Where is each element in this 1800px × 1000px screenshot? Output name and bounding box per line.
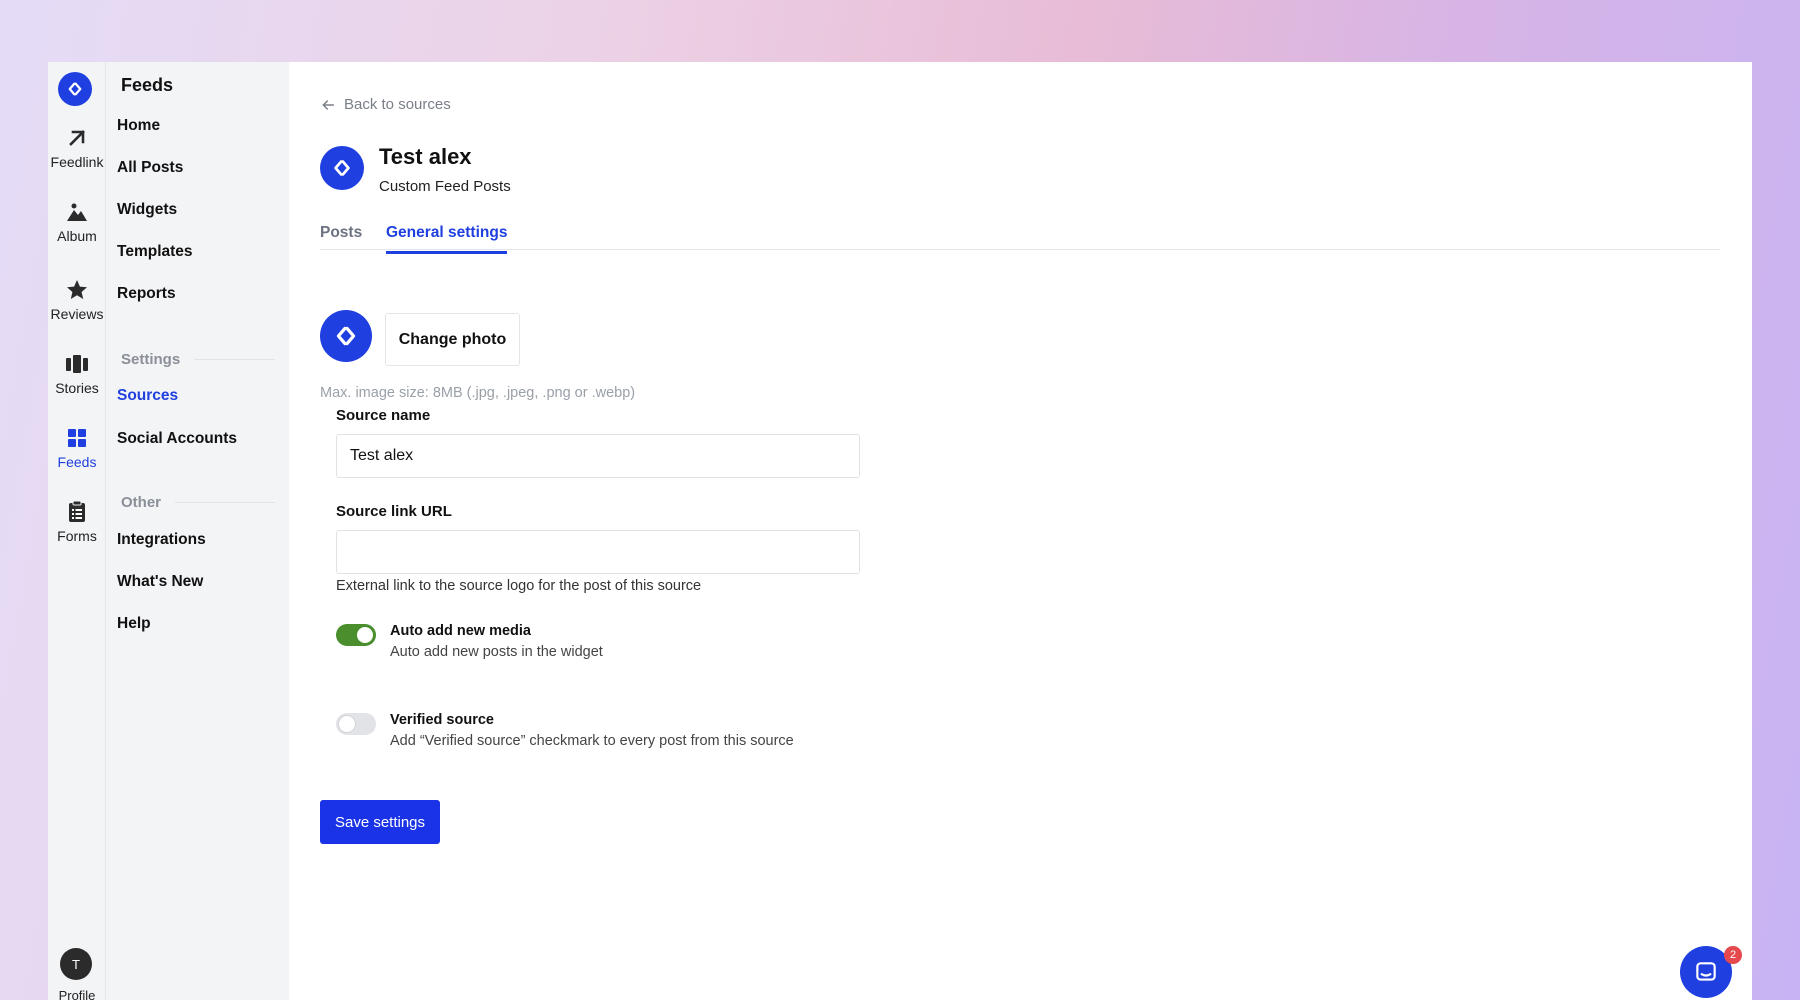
main-content: Back to sources Test alex Custom Feed Po… — [289, 62, 1752, 1000]
grid-icon — [68, 429, 86, 447]
source-avatar — [320, 146, 364, 190]
image-size-hint: Max. image size: 8MB (.jpg, .jpeg, .png … — [320, 385, 636, 401]
subnav-item-widgets[interactable]: Widgets — [117, 201, 177, 219]
subnav-item-sources[interactable]: Sources — [117, 387, 178, 405]
subnav-item-whats-new[interactable]: What's New — [117, 573, 203, 591]
clipboard-icon — [69, 500, 85, 522]
rail-item-label: Feedlink — [50, 154, 104, 170]
page-subtitle: Custom Feed Posts — [379, 178, 511, 195]
mountain-image-icon — [67, 203, 87, 221]
subnav-item-help[interactable]: Help — [117, 615, 151, 633]
rail-item-label: Album — [57, 228, 97, 244]
source-name-input[interactable] — [336, 434, 860, 478]
rail-item-label: Reviews — [50, 306, 104, 322]
source-link-help: External link to the source logo for the… — [336, 578, 702, 594]
arrow-up-right-icon — [69, 130, 85, 146]
brand-arrows-icon — [334, 160, 350, 176]
auto-add-toggle[interactable] — [336, 624, 376, 646]
arrow-left-icon — [322, 99, 335, 110]
toggle-knob — [339, 716, 355, 732]
source-photo — [320, 310, 372, 362]
source-link-input[interactable] — [336, 530, 860, 574]
source-name-label: Source name — [336, 407, 431, 424]
verified-source-desc: Add “Verified source” checkmark to every… — [390, 733, 794, 749]
rail-item-album[interactable]: Album — [48, 200, 106, 244]
rail-item-reviews[interactable]: Reviews — [48, 278, 106, 322]
tab-general-settings[interactable]: General settings — [386, 224, 508, 254]
rail-item-feedlink[interactable]: Feedlink — [48, 126, 106, 170]
rail-item-label: Feeds — [57, 454, 97, 470]
subnav-item-social-accounts[interactable]: Social Accounts — [117, 430, 237, 448]
save-settings-button[interactable]: Save settings — [320, 800, 440, 844]
verified-source-title: Verified source — [390, 712, 494, 728]
app-window: Feedlink Album Reviews Stories Feeds For… — [48, 62, 1752, 1000]
brand-arrows-icon — [336, 326, 356, 346]
chat-bubble-icon — [1696, 962, 1716, 981]
subnav-item-templates[interactable]: Templates — [117, 243, 193, 261]
subnav-item-home[interactable]: Home — [117, 117, 160, 135]
profile-label[interactable]: Profile — [48, 988, 106, 1000]
auto-add-title: Auto add new media — [390, 623, 531, 639]
back-to-sources-link[interactable]: Back to sources — [320, 96, 451, 113]
rail-item-label: Forms — [57, 528, 97, 544]
subnav-item-integrations[interactable]: Integrations — [117, 531, 206, 549]
subnav-section-other: Other — [121, 494, 275, 511]
tab-bar: Posts General settings — [320, 224, 1720, 254]
brand-logo-icon[interactable] — [58, 72, 92, 106]
subnav-item-all-posts[interactable]: All Posts — [117, 159, 183, 177]
section-heading: Other — [121, 494, 162, 511]
rail-item-feeds[interactable]: Feeds — [48, 426, 106, 470]
rail-item-label: Stories — [55, 380, 99, 396]
subnav-section-settings: Settings — [121, 351, 275, 368]
subnav-item-reports[interactable]: Reports — [117, 285, 176, 303]
stories-cards-icon — [66, 355, 88, 373]
verified-source-toggle[interactable] — [336, 713, 376, 735]
rail-item-stories[interactable]: Stories — [48, 352, 106, 396]
tab-posts[interactable]: Posts — [320, 224, 362, 254]
toggle-knob — [357, 627, 373, 643]
change-photo-button[interactable]: Change photo — [385, 313, 520, 366]
auto-add-desc: Auto add new posts in the widget — [390, 644, 603, 660]
avatar[interactable]: T — [60, 948, 92, 980]
page-title: Test alex — [379, 144, 472, 169]
source-link-label: Source link URL — [336, 503, 452, 520]
back-link-label: Back to sources — [344, 96, 451, 113]
rail-item-forms[interactable]: Forms — [48, 500, 106, 544]
section-heading: Settings — [121, 351, 181, 368]
subnav-title: Feeds — [121, 75, 174, 95]
star-icon — [67, 280, 87, 299]
notification-badge: 2 — [1724, 946, 1742, 964]
icon-rail: Feedlink Album Reviews Stories Feeds For… — [48, 62, 106, 1000]
secondary-nav: Feeds Home All Posts Widgets Templates R… — [106, 62, 289, 1000]
